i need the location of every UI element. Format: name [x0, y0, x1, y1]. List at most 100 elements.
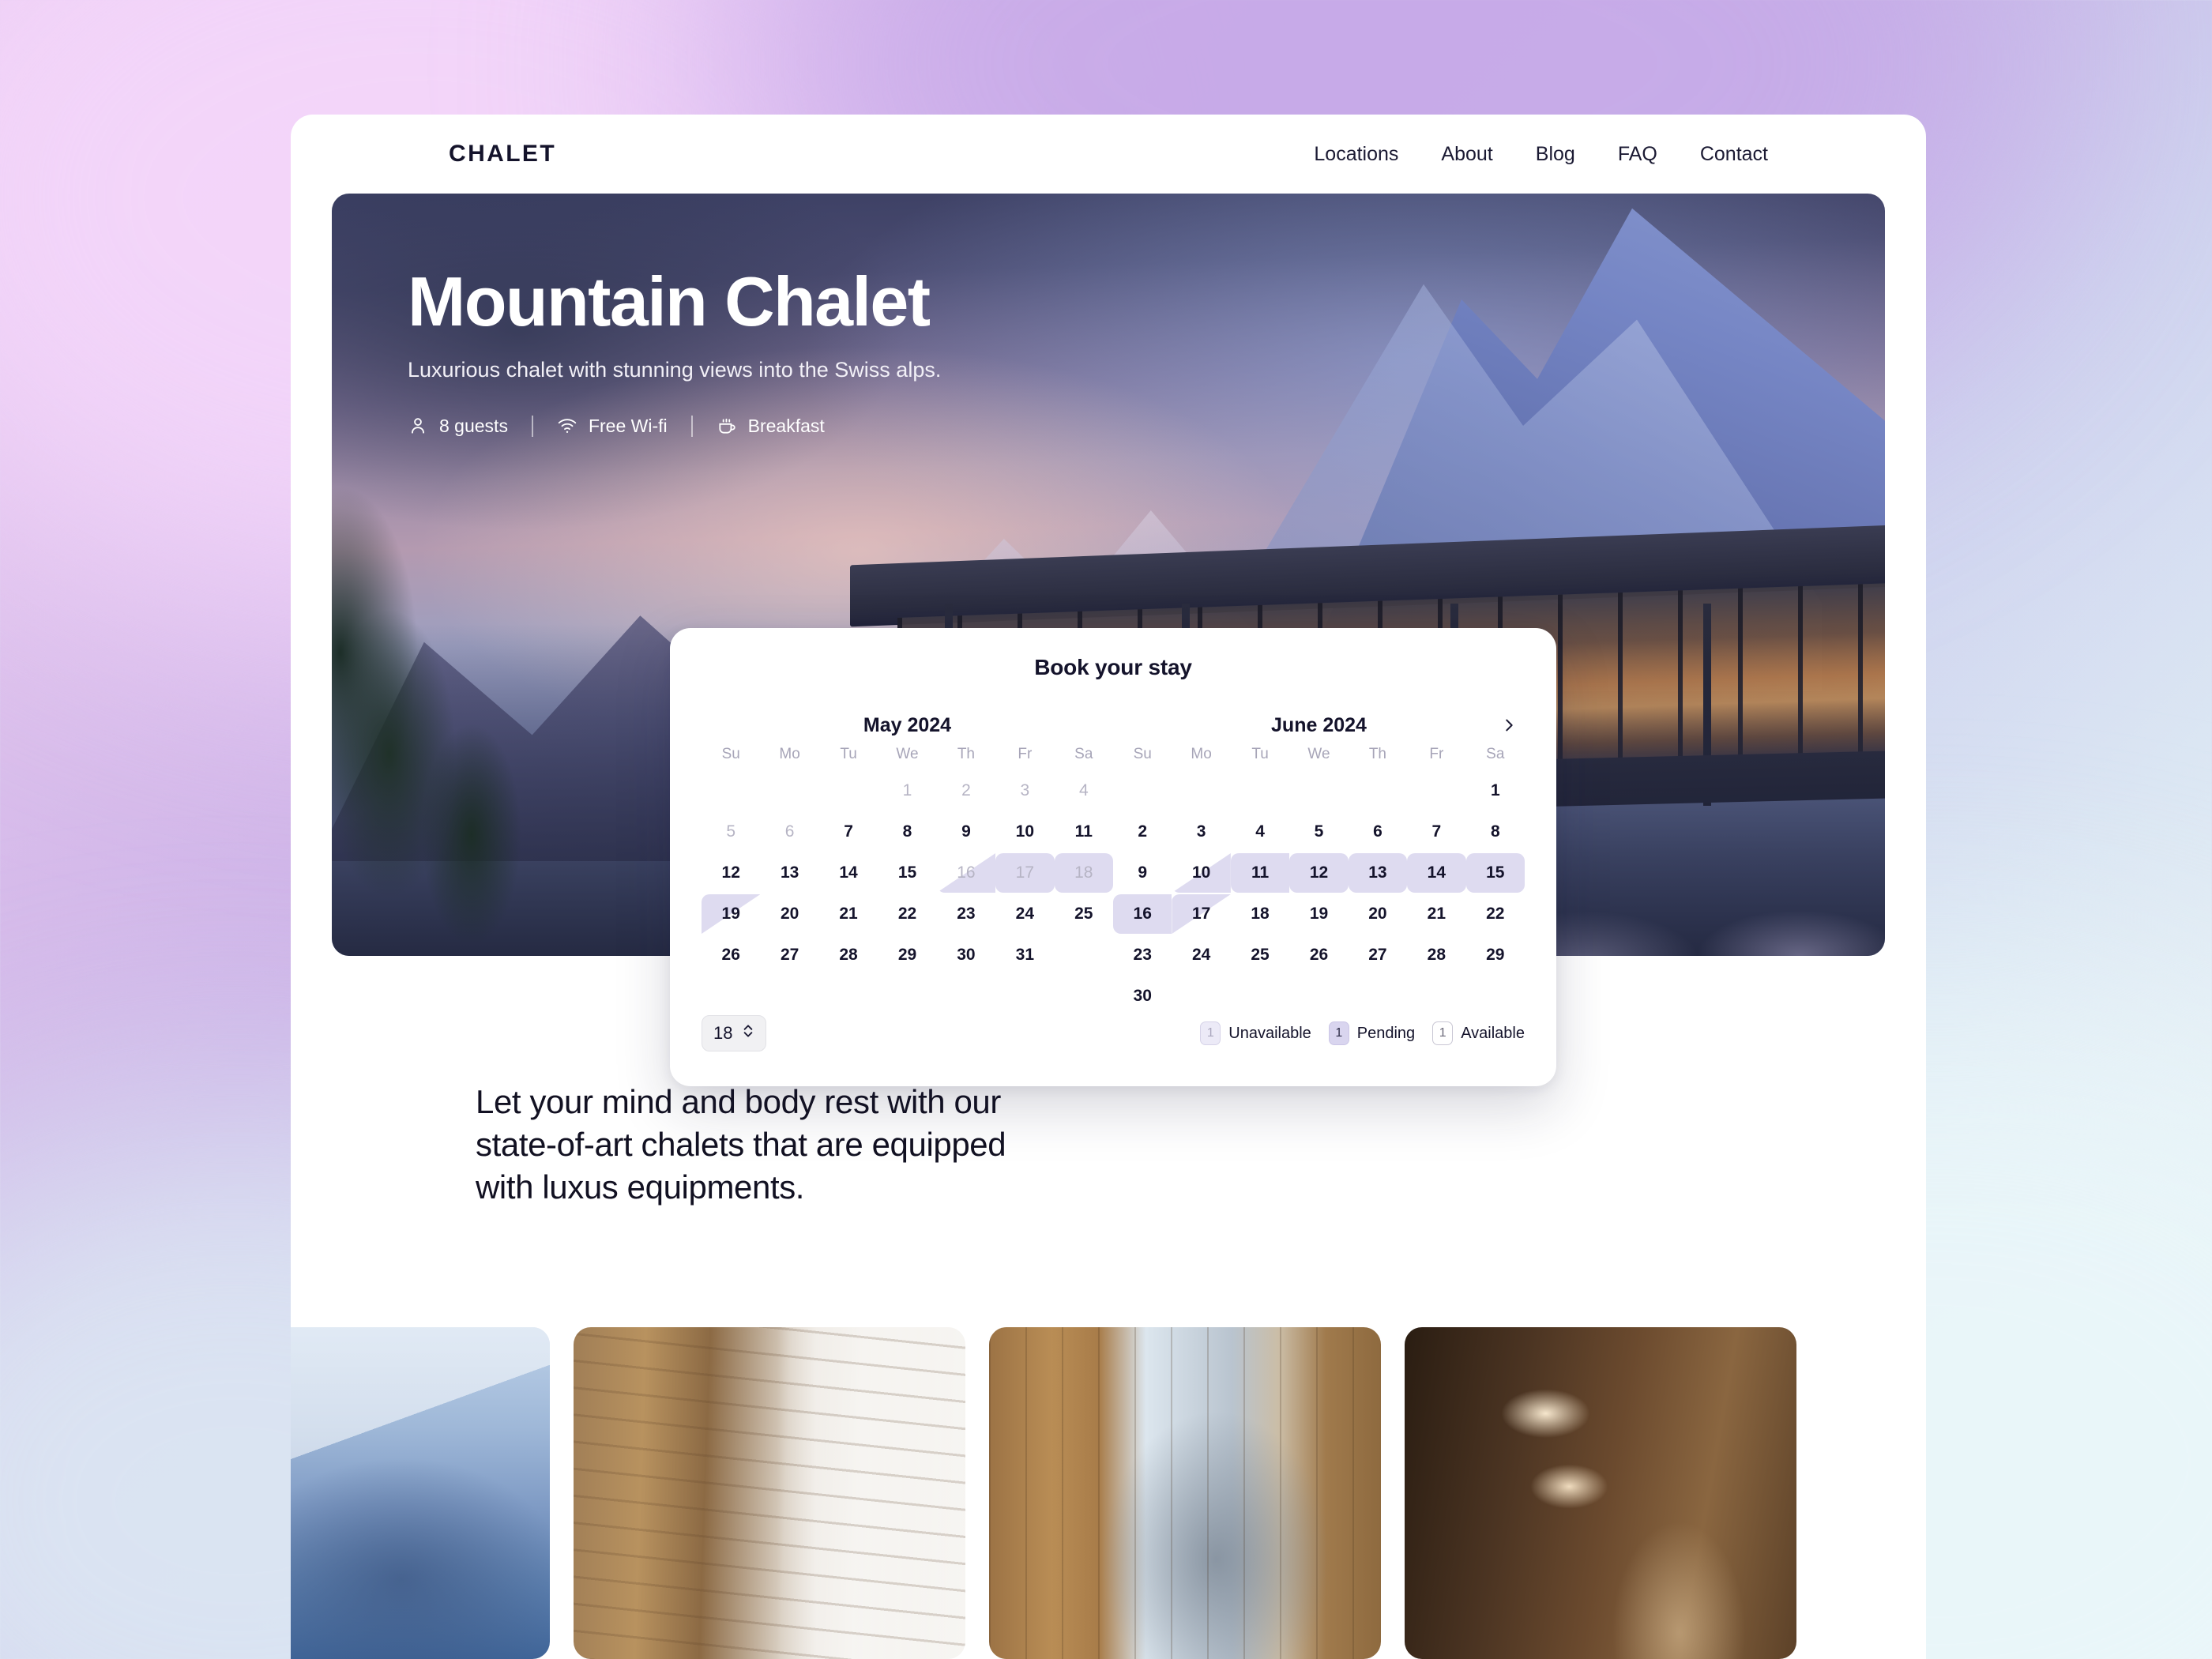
page-title: Mountain Chalet	[408, 262, 931, 340]
calendar-day-number: 22	[897, 905, 917, 923]
calendar-day[interactable]: 10	[995, 811, 1054, 852]
calendar-day[interactable]: 27	[1349, 935, 1407, 976]
next-month-button[interactable]	[1493, 710, 1525, 742]
wooden-interior-photo[interactable]	[574, 1327, 965, 1659]
calendar-day[interactable]: 2	[937, 770, 995, 811]
calendar-day[interactable]: 12	[1289, 852, 1349, 893]
calendar-day[interactable]: 27	[760, 935, 818, 976]
calendar-day[interactable]: 25	[1231, 935, 1289, 976]
weekday-label: Fr	[1018, 746, 1033, 762]
brand-logo[interactable]: CHALET	[449, 141, 556, 167]
calendar-day[interactable]: 23	[1113, 935, 1172, 976]
calendar-day[interactable]: 17	[1172, 893, 1231, 935]
calendar-day[interactable]: 26	[1289, 935, 1348, 976]
calendar-day-number: 16	[1133, 905, 1152, 923]
main-navigation: Locations About Blog FAQ Contact	[1314, 143, 1768, 166]
calendar-day[interactable]: 28	[1407, 935, 1465, 976]
calendar-day[interactable]: 25	[1055, 893, 1113, 935]
calendar-day[interactable]: 28	[819, 935, 878, 976]
calendar-day[interactable]: 4	[1055, 770, 1113, 811]
calendar-day[interactable]: 7	[819, 811, 878, 852]
calendar-day[interactable]: 2	[1113, 811, 1172, 852]
nav-link-about[interactable]: About	[1441, 143, 1492, 166]
calendar-day[interactable]: 19	[702, 893, 761, 935]
calendar-day-empty	[1172, 770, 1230, 811]
calendar-day[interactable]: 4	[1231, 811, 1289, 852]
calendar-day[interactable]: 13	[760, 852, 818, 893]
calendar-day[interactable]: 24	[1172, 935, 1230, 976]
calendar-day[interactable]: 14	[819, 852, 878, 893]
person-icon	[408, 416, 428, 436]
calendar-day[interactable]: 13	[1348, 852, 1408, 893]
calendar-day[interactable]: 22	[1466, 893, 1525, 935]
calendar-day[interactable]: 12	[702, 852, 760, 893]
calendar-day[interactable]: 20	[760, 893, 818, 935]
calendar-day[interactable]: 9	[1113, 852, 1172, 893]
calendar-weekday-row: Su Mo Tu We Th Fr Sa	[1113, 739, 1525, 770]
booking-card-footer: 18 1 Unavailable 1 Pending 1 Available	[702, 1015, 1525, 1051]
calendar-day[interactable]: 1	[878, 770, 936, 811]
calendar-day[interactable]: 11	[1230, 852, 1290, 893]
calendar-day[interactable]: 18	[1231, 893, 1289, 935]
nav-link-faq[interactable]: FAQ	[1618, 143, 1657, 166]
guest-count-stepper[interactable]: 18	[702, 1015, 767, 1051]
calendar-day[interactable]: 19	[1289, 893, 1348, 935]
calendar-day[interactable]: 5	[1289, 811, 1348, 852]
calendar-day[interactable]: 8	[1466, 811, 1525, 852]
calendar-day[interactable]: 16	[1113, 893, 1172, 935]
calendar-day[interactable]: 3	[1172, 811, 1230, 852]
hero-subtitle: Luxurious chalet with stunning views int…	[408, 357, 942, 382]
pendant-lamp-photo[interactable]	[1405, 1327, 1796, 1659]
weekday-label: Mo	[779, 746, 800, 762]
calendar-wrapper: May 2024 Su Mo Tu We Th Fr Sa 1 2 3 4 5 6 7 8 9 10 11 12 13 1…	[702, 712, 1525, 1017]
calendar-day[interactable]: 21	[819, 893, 878, 935]
calendar-day[interactable]: 1	[1466, 770, 1525, 811]
nav-link-blog[interactable]: Blog	[1536, 143, 1575, 166]
calendar-day-empty	[1407, 770, 1465, 811]
calendar-day[interactable]: 5	[702, 811, 760, 852]
hero-copy: Mountain Chalet Luxurious chalet with st…	[408, 266, 941, 437]
calendar-day-number: 3	[1020, 781, 1030, 799]
calendar-day-empty	[819, 770, 878, 811]
calendar-day[interactable]: 15	[1465, 852, 1525, 893]
calendar-day[interactable]: 29	[878, 935, 936, 976]
calendar-day[interactable]: 8	[878, 811, 936, 852]
calendar-day[interactable]: 11	[1055, 811, 1113, 852]
calendar-day[interactable]: 18	[1054, 852, 1113, 893]
calendar-day[interactable]: 7	[1407, 811, 1465, 852]
calendar-day[interactable]: 31	[995, 935, 1054, 976]
calendar-week-row: 1	[1113, 770, 1525, 811]
calendar-day-number: 2	[961, 781, 971, 799]
calendar-day[interactable]: 6	[1349, 811, 1407, 852]
calendar-day-number: 15	[1486, 863, 1505, 882]
calendar-day[interactable]: 14	[1407, 852, 1466, 893]
calendar-day-number: 25	[1074, 905, 1093, 923]
calendar-day[interactable]: 20	[1349, 893, 1407, 935]
calendar-day[interactable]: 23	[937, 893, 995, 935]
calendar-day[interactable]: 10	[1172, 852, 1231, 893]
calendar-day-number: 17	[1015, 863, 1035, 882]
calendar-day[interactable]: 21	[1407, 893, 1465, 935]
amenity-breakfast-label: Breakfast	[747, 415, 825, 436]
nav-link-contact[interactable]: Contact	[1700, 143, 1768, 166]
calendar-day[interactable]: 29	[1466, 935, 1525, 976]
calendar-day[interactable]: 6	[760, 811, 818, 852]
calendar-day-number: 3	[1196, 822, 1206, 841]
calendar-day[interactable]: 30	[937, 935, 995, 976]
calendar-day[interactable]: 24	[995, 893, 1054, 935]
calendar-day[interactable]: 15	[878, 852, 936, 893]
calendar-day[interactable]: 16	[936, 852, 996, 893]
wood-panelling-mountain-photo[interactable]	[989, 1327, 1381, 1659]
calendar-day[interactable]: 3	[995, 770, 1054, 811]
calendar-day[interactable]: 30	[1113, 976, 1172, 1017]
calendar-day[interactable]: 26	[702, 935, 760, 976]
calendar-day[interactable]: 17	[995, 852, 1055, 893]
calendar-week-row: 23 24 25 26 27 28 29	[1113, 935, 1525, 976]
chevron-right-icon	[1500, 717, 1518, 736]
calendar-day[interactable]: 22	[878, 893, 936, 935]
calendar-day-number: 17	[1191, 905, 1211, 923]
mountain-vista-photo[interactable]	[291, 1327, 550, 1659]
nav-link-locations[interactable]: Locations	[1314, 143, 1398, 166]
calendar-day[interactable]: 9	[937, 811, 995, 852]
calendar-day-number: 13	[1368, 863, 1387, 882]
